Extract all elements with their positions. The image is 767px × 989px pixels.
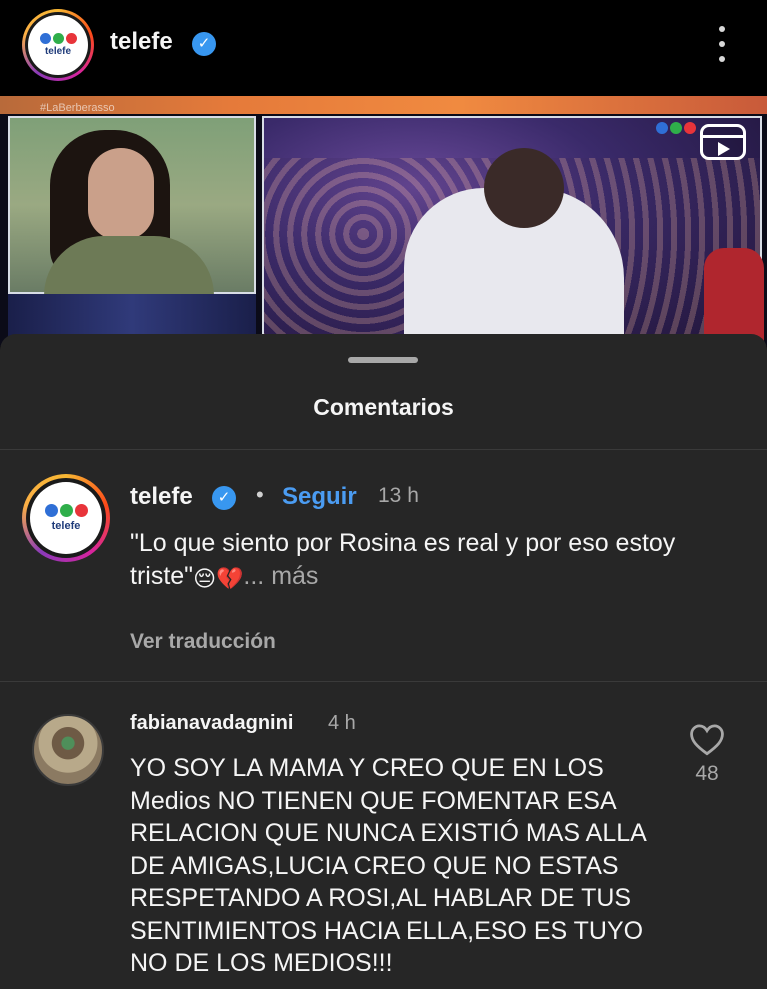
- logo-dot-green: [53, 33, 64, 44]
- caption-username[interactable]: telefe: [130, 483, 193, 511]
- like-count: 48: [695, 762, 719, 785]
- post-header: telefe telefe ✓: [0, 0, 767, 92]
- telefe-logo: telefe: [30, 482, 102, 554]
- commenter-avatar[interactable]: [32, 714, 104, 786]
- drag-handle[interactable]: [348, 357, 418, 363]
- video-top-strip: [0, 96, 767, 114]
- divider: [0, 681, 767, 682]
- logo-dot-blue: [40, 33, 51, 44]
- follow-button[interactable]: Seguir: [282, 483, 357, 511]
- more-link[interactable]: ... más: [243, 562, 318, 590]
- comment-timestamp: 4 h: [328, 712, 356, 734]
- profile-avatar[interactable]: telefe: [22, 9, 94, 81]
- logo-dot-red: [66, 33, 77, 44]
- comment-username[interactable]: fabianavadagnini: [130, 712, 293, 735]
- logo-dot-red: [75, 504, 88, 517]
- caption-text: "Lo que siento por Rosina es real y por …: [130, 527, 730, 596]
- telefe-watermark: [656, 122, 696, 134]
- video-preview[interactable]: #LaBerberasso: [0, 96, 767, 346]
- more-vertical-icon[interactable]: [712, 26, 732, 62]
- see-translation-link[interactable]: Ver traducción: [130, 630, 276, 654]
- caption-timestamp: 13 h: [378, 484, 419, 507]
- caption-avatar[interactable]: telefe: [22, 474, 110, 562]
- header-username[interactable]: telefe: [110, 28, 173, 56]
- heart-icon[interactable]: [688, 722, 726, 756]
- video-inset-woman: [8, 116, 256, 296]
- telefe-logo: telefe: [28, 15, 88, 75]
- divider: [0, 449, 767, 450]
- logo-dot-blue: [45, 504, 58, 517]
- logo-text: telefe: [44, 46, 72, 57]
- logo-dot-green: [60, 504, 73, 517]
- comment-text: YO SOY LA MAMA Y CREO QUE EN LOS Medios …: [130, 754, 646, 977]
- reels-icon: [700, 124, 746, 160]
- broken-heart-icon: 💔: [216, 567, 244, 592]
- pensive-face-icon: 😔: [193, 567, 216, 592]
- video-main-scene: [262, 116, 764, 346]
- video-hashtag: #LaBerberasso: [40, 102, 115, 114]
- verified-badge-icon: ✓: [192, 32, 216, 56]
- sheet-title: Comentarios: [313, 394, 454, 420]
- logo-text: telefe: [51, 520, 81, 532]
- verified-badge-icon: ✓: [212, 486, 236, 510]
- comments-sheet: Comentarios telefe telefe ✓ • Seguir 13 …: [0, 334, 767, 989]
- separator-dot: •: [256, 482, 264, 507]
